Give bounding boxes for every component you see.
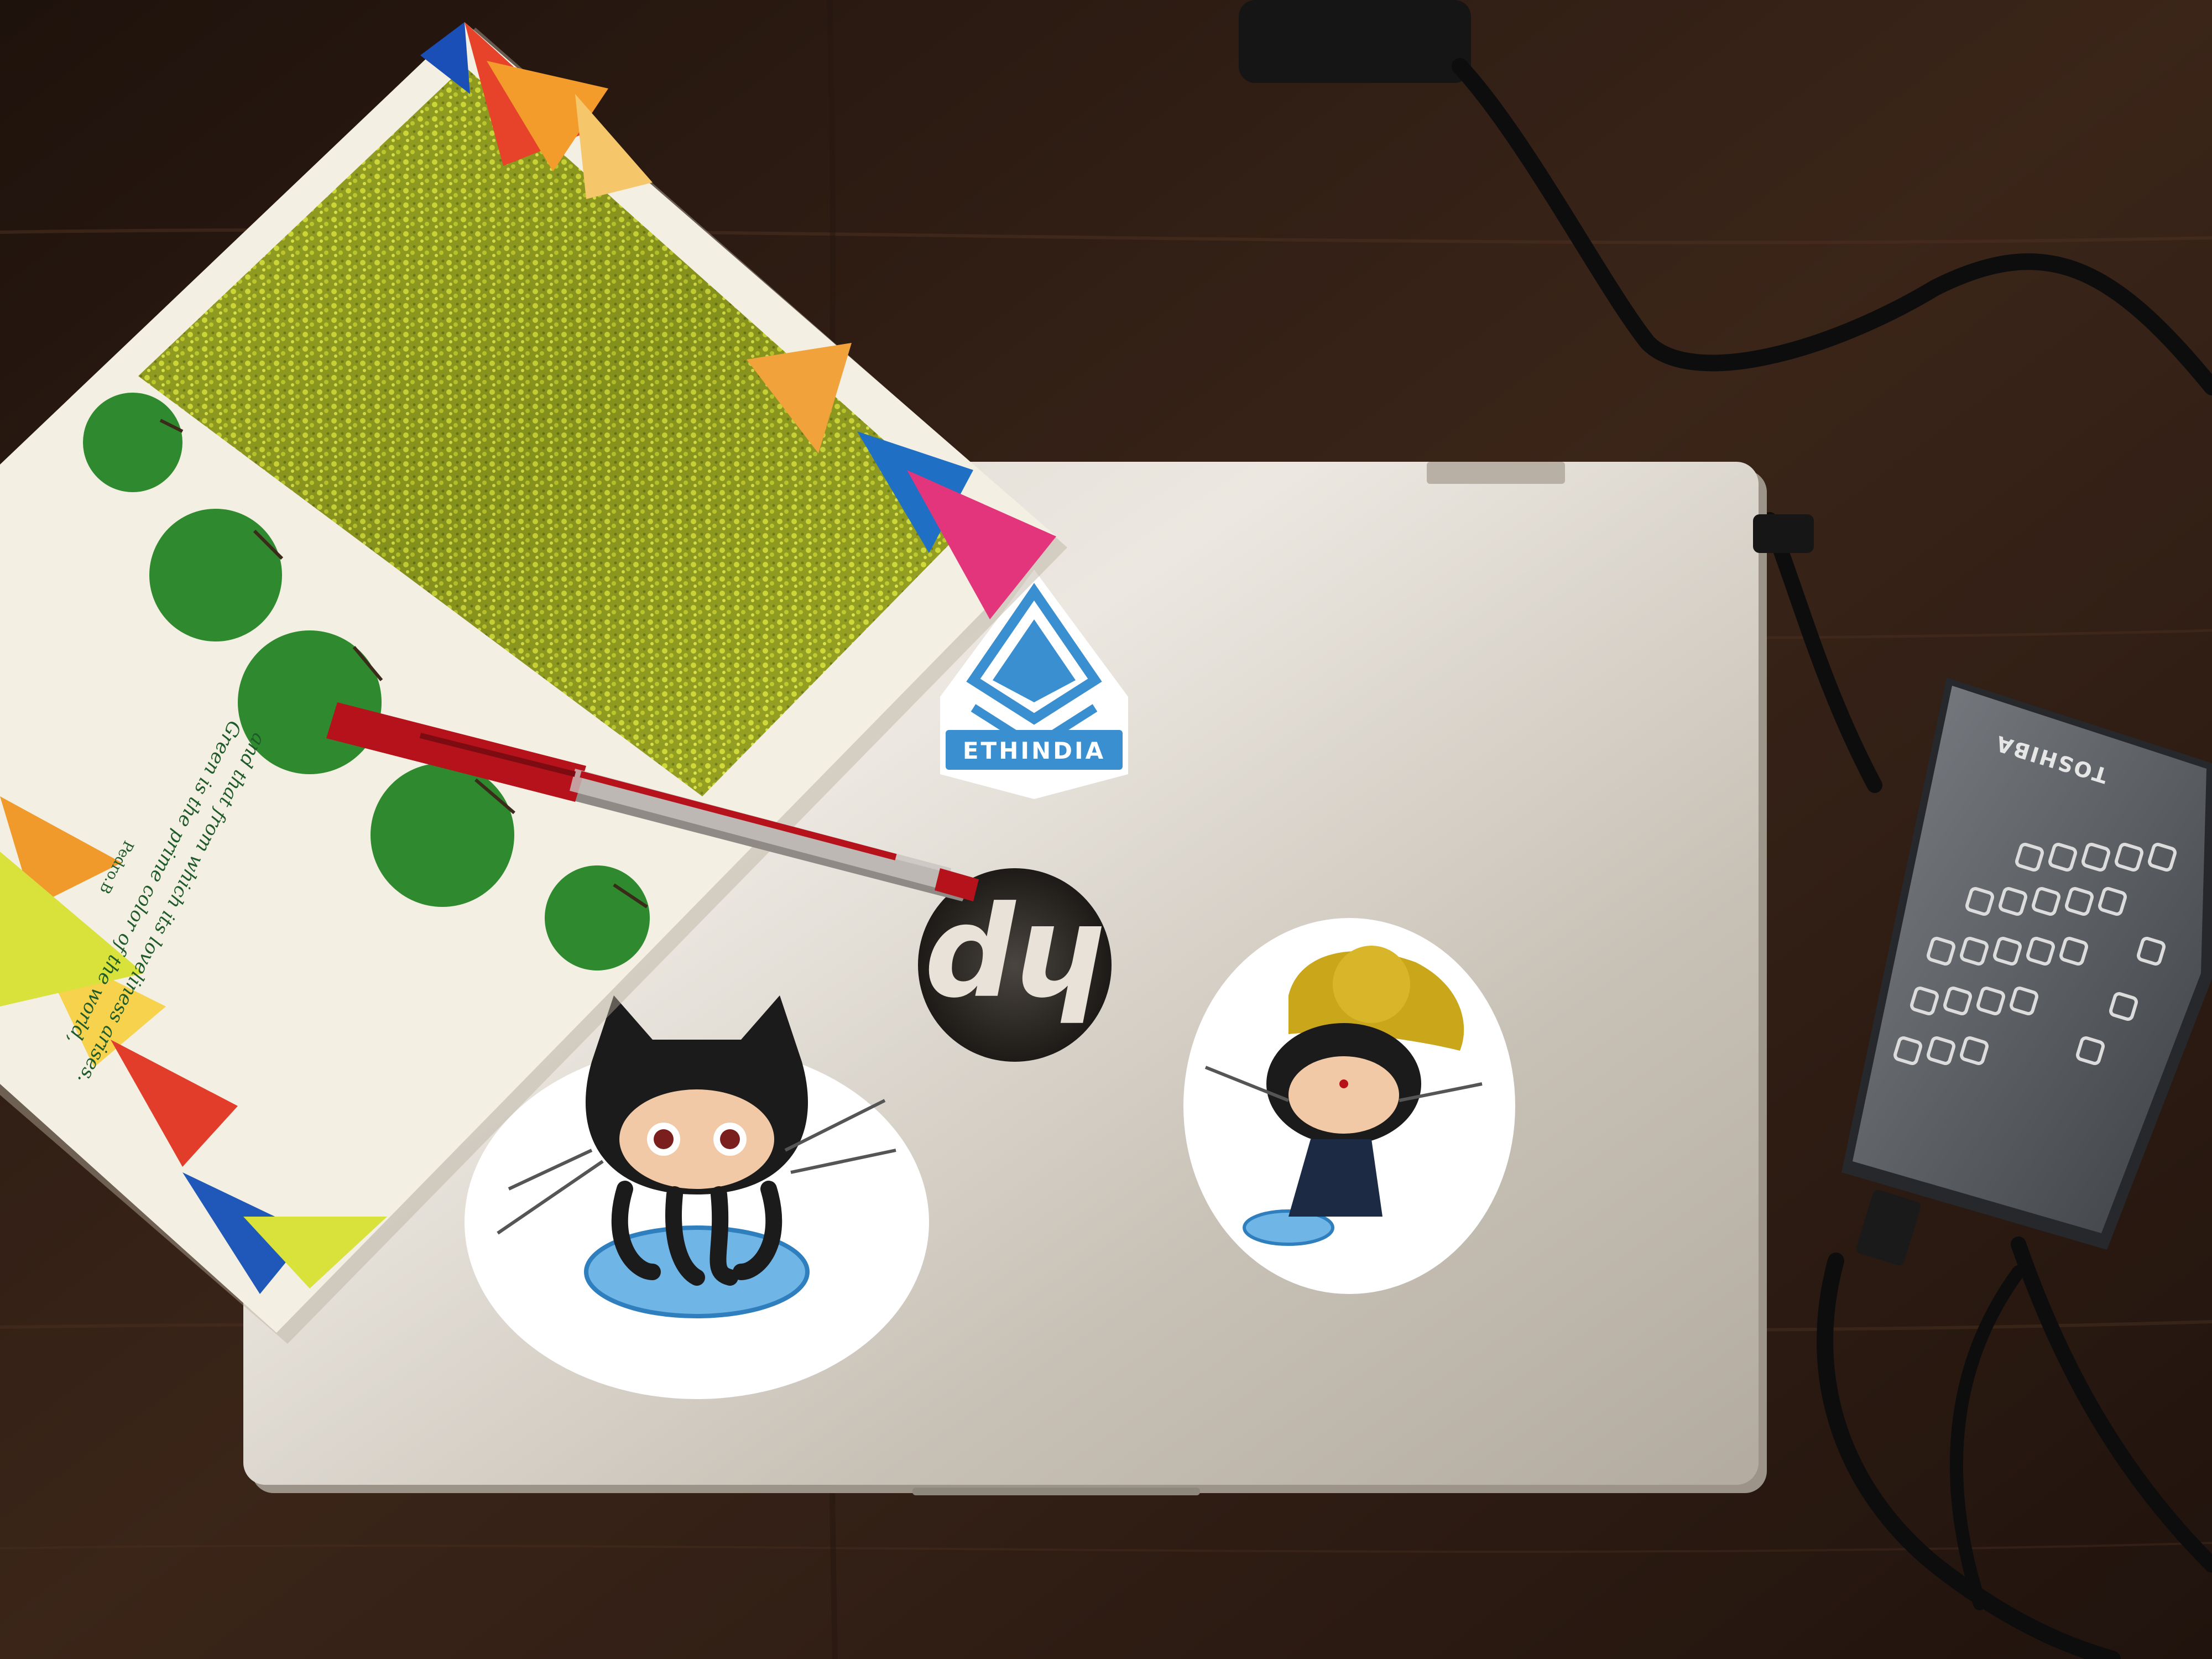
photo-svg: hp ETHINDIA Green is the prime color of … bbox=[0, 0, 2212, 1659]
photo-scene: hp ETHINDIA Green is the prime color of … bbox=[0, 0, 2212, 1659]
ethindia-label: ETHINDIA bbox=[963, 737, 1105, 764]
mona-dancer-icon bbox=[1183, 918, 1515, 1294]
hp-logo-text: hp bbox=[924, 896, 1105, 1044]
